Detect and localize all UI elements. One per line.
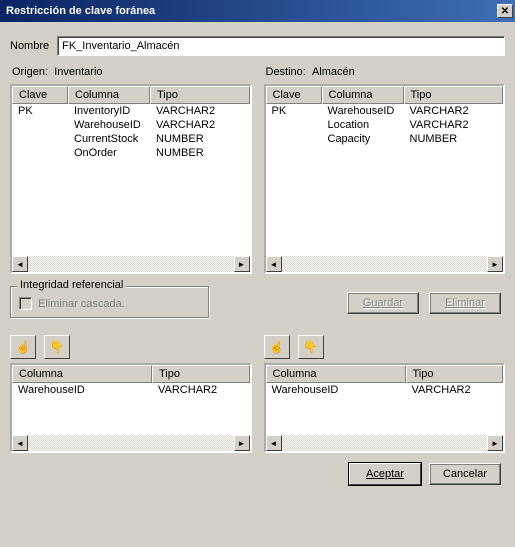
table-cell: WarehouseID — [266, 383, 406, 397]
table-cell: Location — [322, 118, 404, 132]
table-cell — [12, 146, 68, 160]
table-cell — [266, 132, 322, 146]
table-cell: PK — [266, 104, 322, 118]
table-cell: VARCHAR2 — [150, 104, 250, 118]
ok-button[interactable]: Aceptar — [349, 463, 421, 485]
cancel-button[interactable]: Cancelar — [429, 463, 501, 485]
table-cell: WarehouseID — [68, 118, 150, 132]
hscroll[interactable]: ◄ ► — [266, 435, 504, 451]
col-tipo[interactable]: Tipo — [152, 365, 250, 383]
dest-list[interactable]: Clave Columna Tipo PKWarehouseIDVARCHAR2… — [264, 84, 506, 274]
scroll-right-icon[interactable]: ► — [487, 435, 503, 451]
window-title: Restricción de clave foránea — [6, 5, 497, 17]
delete-button[interactable]: Eliminar — [429, 292, 501, 314]
table-cell: VARCHAR2 — [404, 104, 504, 118]
table-row[interactable]: PKInventoryIDVARCHAR2 — [12, 104, 250, 118]
integrity-group: Integridad referencial Eliminar cascada. — [10, 286, 210, 319]
titlebar: Restricción de clave foránea ✕ — [0, 0, 515, 22]
table-row[interactable]: LocationVARCHAR2 — [266, 118, 504, 132]
save-button[interactable]: Guardar — [347, 292, 419, 314]
table-row[interactable]: OnOrderNUMBER — [12, 146, 250, 160]
name-label: Nombre — [10, 40, 49, 52]
group-legend: Integridad referencial — [17, 279, 126, 291]
col-clave[interactable]: Clave — [266, 86, 322, 104]
col-columna[interactable]: Columna — [322, 86, 404, 104]
remove-column-button[interactable]: 👇 — [44, 335, 70, 359]
table-cell: NUMBER — [404, 132, 504, 146]
col-columna[interactable]: Columna — [12, 365, 152, 383]
table-cell: VARCHAR2 — [152, 383, 250, 397]
col-clave[interactable]: Clave — [12, 86, 68, 104]
col-tipo[interactable]: Tipo — [150, 86, 250, 104]
table-row[interactable]: WarehouseIDVARCHAR2 — [266, 383, 504, 397]
add-column-button[interactable]: ☝ — [264, 335, 290, 359]
scroll-right-icon[interactable]: ► — [487, 256, 503, 272]
dest-hscroll[interactable]: ◄ ► — [266, 256, 504, 272]
dest-selected-list[interactable]: Columna Tipo WarehouseIDVARCHAR2 ◄ ► — [264, 363, 506, 453]
hscroll[interactable]: ◄ ► — [12, 435, 250, 451]
col-columna[interactable]: Columna — [68, 86, 150, 104]
table-row[interactable]: PKWarehouseIDVARCHAR2 — [266, 104, 504, 118]
table-cell: VARCHAR2 — [404, 118, 504, 132]
table-cell: NUMBER — [150, 146, 250, 160]
col-tipo[interactable]: Tipo — [404, 86, 504, 104]
origin-name-text: Inventario — [54, 66, 102, 78]
scroll-right-icon[interactable]: ► — [234, 435, 250, 451]
origin-hscroll[interactable]: ◄ ► — [12, 256, 250, 272]
scroll-left-icon[interactable]: ◄ — [266, 256, 282, 272]
table-row[interactable]: WarehouseIDVARCHAR2 — [12, 118, 250, 132]
table-cell — [12, 118, 68, 132]
col-columna[interactable]: Columna — [266, 365, 406, 383]
table-row[interactable]: WarehouseIDVARCHAR2 — [12, 383, 250, 397]
name-input[interactable] — [57, 36, 505, 56]
table-cell: PK — [12, 104, 68, 118]
scroll-left-icon[interactable]: ◄ — [266, 435, 282, 451]
table-cell — [266, 118, 322, 132]
scroll-right-icon[interactable]: ► — [234, 256, 250, 272]
table-cell: WarehouseID — [12, 383, 152, 397]
table-row[interactable]: CapacityNUMBER — [266, 132, 504, 146]
table-cell: Capacity — [322, 132, 404, 146]
table-cell: NUMBER — [150, 132, 250, 146]
table-cell: InventoryID — [68, 104, 150, 118]
cascade-label: Eliminar cascada. — [38, 298, 125, 310]
add-column-button[interactable]: ☝ — [10, 335, 36, 359]
col-tipo[interactable]: Tipo — [406, 365, 504, 383]
table-cell: CurrentStock — [68, 132, 150, 146]
dest-name-text: Almacén — [312, 66, 355, 78]
remove-column-button[interactable]: 👇 — [298, 335, 324, 359]
table-cell: VARCHAR2 — [150, 118, 250, 132]
close-button[interactable]: ✕ — [497, 4, 513, 18]
origin-selected-list[interactable]: Columna Tipo WarehouseIDVARCHAR2 ◄ ► — [10, 363, 252, 453]
scroll-left-icon[interactable]: ◄ — [12, 435, 28, 451]
table-cell: VARCHAR2 — [406, 383, 504, 397]
table-cell — [12, 132, 68, 146]
dest-label: Destino: — [266, 66, 306, 78]
cascade-checkbox[interactable] — [19, 297, 32, 310]
table-cell: WarehouseID — [322, 104, 404, 118]
origin-list[interactable]: Clave Columna Tipo PKInventoryIDVARCHAR2… — [10, 84, 252, 274]
origin-label: Origen: — [12, 66, 48, 78]
table-row[interactable]: CurrentStockNUMBER — [12, 132, 250, 146]
table-cell: OnOrder — [68, 146, 150, 160]
scroll-left-icon[interactable]: ◄ — [12, 256, 28, 272]
